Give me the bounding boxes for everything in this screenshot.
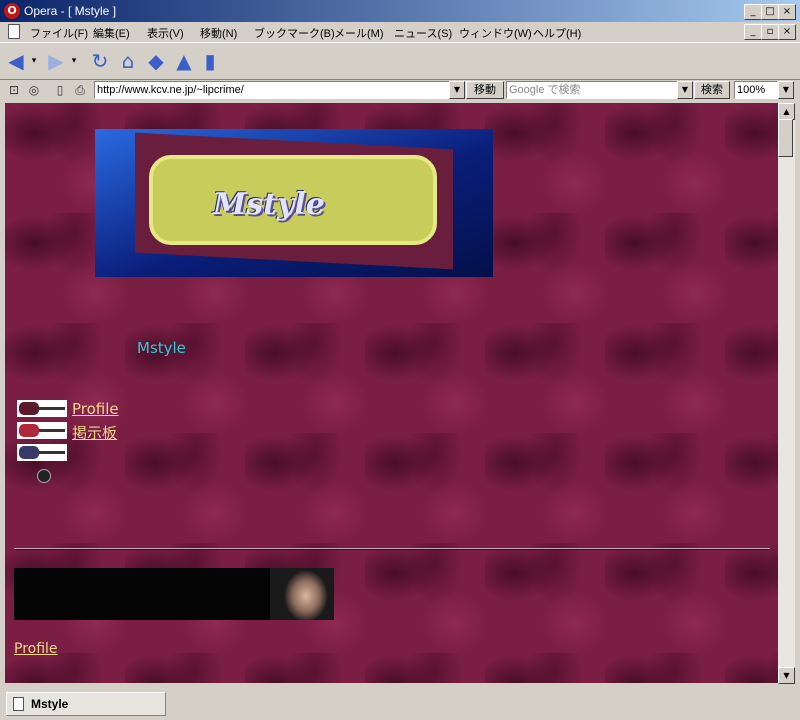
menu-help[interactable]: ヘルプ(H) — [533, 25, 581, 41]
search-dropdown-icon[interactable]: ▼ — [677, 81, 693, 99]
print-icon[interactable]: ▲ — [172, 49, 196, 73]
portrait-image — [270, 568, 334, 620]
page-icon[interactable]: ▮ — [198, 49, 222, 73]
guitar-icon[interactable] — [17, 444, 67, 461]
zoom-select[interactable]: 100% — [734, 81, 778, 99]
home-icon[interactable]: ⌂ — [116, 49, 140, 73]
tab-title: Mstyle — [31, 697, 69, 711]
back-dropdown-icon[interactable]: ▾ — [28, 49, 40, 73]
site-banner: Mstyle — [95, 129, 493, 277]
back-icon[interactable]: ◀ — [4, 49, 28, 73]
go-button[interactable]: 移動 — [466, 81, 504, 99]
menu-mail[interactable]: メール(M) — [334, 25, 384, 41]
doc-restore-button[interactable]: ▫ — [761, 24, 779, 40]
lock-icon[interactable]: ⊡ — [6, 82, 22, 98]
nav-link-bbs[interactable]: 掲示板 — [72, 422, 117, 443]
search-input[interactable]: Google で検索 — [506, 81, 678, 99]
printer-icon[interactable]: ⎙ — [72, 82, 88, 98]
guitar-icon[interactable] — [17, 422, 67, 439]
address-dropdown-icon[interactable]: ▼ — [449, 81, 465, 99]
minimize-button[interactable]: _ — [744, 4, 762, 20]
hotlist-icon[interactable]: ◆ — [144, 49, 168, 73]
status-bar: Mstyle — [0, 686, 800, 720]
close-button[interactable]: × — [778, 4, 796, 20]
menu-bar: ファイル(F) 編集(E) 表示(V) 移動(N) ブックマーク(B) メール(… — [0, 22, 800, 42]
bottom-profile-link[interactable]: Profile — [14, 641, 58, 657]
banner-logo-text: Mstyle — [213, 187, 325, 222]
menu-file[interactable]: ファイル(F) — [30, 25, 88, 41]
window-title: Opera - [ Mstyle ] — [24, 4, 117, 18]
doc-close-button[interactable]: × — [778, 24, 796, 40]
counter-badge-icon — [37, 469, 51, 483]
menu-navigate[interactable]: 移動(N) — [200, 25, 237, 41]
search-button[interactable]: 検索 — [694, 81, 730, 99]
horizontal-rule — [14, 548, 770, 550]
address-input[interactable]: http://www.kcv.ne.jp/~lipcrime/ — [94, 81, 452, 99]
camera-icon[interactable]: ◎ — [26, 82, 42, 98]
scroll-thumb[interactable] — [778, 119, 793, 157]
document-icon — [8, 24, 20, 39]
forward-dropdown-icon[interactable]: ▾ — [68, 49, 80, 73]
zoom-dropdown-icon[interactable]: ▼ — [778, 81, 794, 99]
navigation-toolbar: ◀ ▾ ▶ ▾ ↻ ⌂ ◆ ▲ ▮ — [0, 42, 800, 80]
page-tab[interactable]: Mstyle — [6, 692, 166, 716]
nav-link-profile[interactable]: Profile — [72, 400, 119, 418]
forward-icon[interactable]: ▶ — [44, 49, 68, 73]
menu-bookmarks[interactable]: ブックマーク(B) — [254, 25, 335, 41]
photo-banner[interactable] — [14, 568, 334, 620]
web-page: Mstyle Mstyle Profile 掲示板 Profile — [5, 103, 778, 683]
new-page-icon[interactable]: ▯ — [52, 82, 68, 98]
title-bar: O Opera - [ Mstyle ] _ □ × — [0, 0, 800, 22]
maximize-button[interactable]: □ — [761, 4, 779, 20]
opera-logo-icon: O — [4, 3, 20, 19]
vertical-scrollbar[interactable]: ▲ ▼ — [778, 103, 795, 684]
scroll-up-icon[interactable]: ▲ — [778, 103, 795, 120]
doc-minimize-button[interactable]: _ — [744, 24, 762, 40]
site-title: Mstyle — [137, 339, 186, 357]
menu-news[interactable]: ニュース(S) — [394, 25, 452, 41]
guitar-icon[interactable] — [17, 400, 67, 417]
scroll-down-icon[interactable]: ▼ — [778, 667, 795, 684]
menu-edit[interactable]: 編集(E) — [93, 25, 130, 41]
menu-view[interactable]: 表示(V) — [147, 25, 184, 41]
tab-page-icon — [13, 697, 24, 711]
menu-window[interactable]: ウィンドウ(W) — [459, 25, 532, 41]
reload-icon[interactable]: ↻ — [88, 49, 112, 73]
